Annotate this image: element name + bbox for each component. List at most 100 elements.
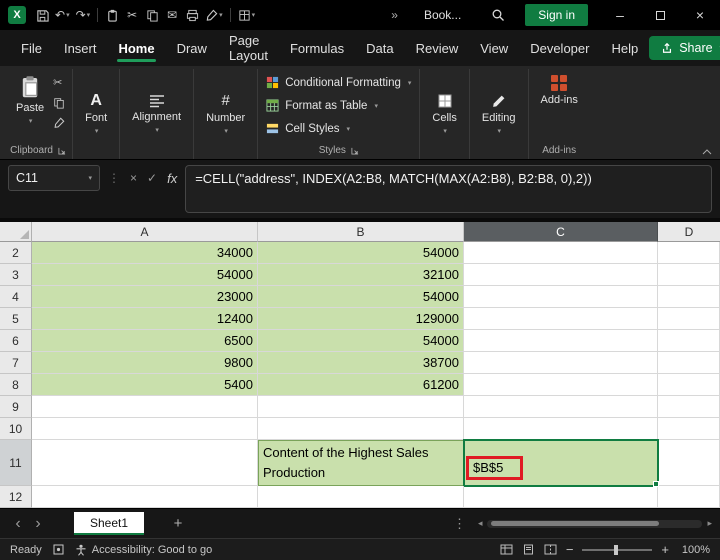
ribbon-tab-home[interactable]: Home [107, 30, 165, 66]
cell-D8[interactable] [658, 374, 720, 396]
cell-C3[interactable] [464, 264, 658, 286]
search-icon[interactable] [491, 8, 505, 22]
row-header-6[interactable]: 6 [0, 330, 32, 352]
ribbon-tab-page-layout[interactable]: Page Layout [218, 30, 279, 66]
addins-button[interactable]: Add-ins [534, 69, 585, 112]
row-header-10[interactable]: 10 [0, 418, 32, 440]
page-break-view-icon[interactable] [544, 544, 557, 555]
accessibility-status[interactable]: Accessibility: Good to go [75, 544, 212, 556]
scrollbar-track[interactable] [487, 520, 702, 528]
cell-C11-active[interactable]: $B$5 [464, 440, 658, 486]
cells-menu-button[interactable]: Cells ▾ [425, 69, 463, 159]
column-header-B[interactable]: B [258, 222, 464, 242]
save-icon[interactable] [32, 3, 52, 27]
row-header-3[interactable]: 3 [0, 264, 32, 286]
cell-D6[interactable] [658, 330, 720, 352]
zoom-slider-thumb[interactable] [614, 545, 618, 555]
share-button[interactable]: Share ▾ [649, 36, 720, 60]
cell-D3[interactable] [658, 264, 720, 286]
cell-C9[interactable] [464, 396, 658, 418]
paste-button[interactable]: Paste ▾ [9, 69, 51, 131]
cell-C5[interactable] [464, 308, 658, 330]
format-painter-icon[interactable]: ▾ [202, 3, 226, 27]
zoom-in-button[interactable]: + [661, 544, 669, 556]
cell-A7[interactable]: 9800 [32, 352, 258, 374]
row-header-2[interactable]: 2 [0, 242, 32, 264]
ribbon-tab-developer[interactable]: Developer [519, 30, 600, 66]
cell-C7[interactable] [464, 352, 658, 374]
number-menu-button[interactable]: # Number ▾ [199, 69, 252, 159]
name-box[interactable]: C11 ▾ [8, 165, 100, 191]
cell-B2[interactable]: 54000 [258, 242, 464, 264]
ribbon-tab-review[interactable]: Review [405, 30, 470, 66]
page-layout-view-icon[interactable] [522, 544, 535, 555]
cell-B12[interactable] [258, 486, 464, 508]
cell-D7[interactable] [658, 352, 720, 374]
ribbon-tab-view[interactable]: View [469, 30, 519, 66]
undo-icon[interactable]: ↶▾ [52, 3, 73, 27]
close-button[interactable]: × [680, 0, 720, 30]
cell-C2[interactable] [464, 242, 658, 264]
scroll-right-icon[interactable]: ▸ [707, 518, 712, 529]
cut-icon[interactable]: ✂ [122, 3, 142, 27]
cell-B11[interactable]: Content of the Highest Sales Production [258, 440, 464, 486]
cell-B6[interactable]: 54000 [258, 330, 464, 352]
cell-B10[interactable] [258, 418, 464, 440]
row-header-8[interactable]: 8 [0, 374, 32, 396]
cell-B3[interactable]: 32100 [258, 264, 464, 286]
dialog-launcher-icon[interactable] [58, 147, 66, 155]
table-icon[interactable]: ▾ [235, 3, 259, 27]
next-sheet-icon[interactable]: › [28, 514, 48, 534]
cell-C6[interactable] [464, 330, 658, 352]
cell-styles-button[interactable]: Cell Styles ▾ [263, 118, 414, 139]
ribbon-tab-file[interactable]: File [10, 30, 53, 66]
drag-handle-icon[interactable]: ⋮ [108, 171, 120, 185]
cell-B9[interactable] [258, 396, 464, 418]
cell-B5[interactable]: 129000 [258, 308, 464, 330]
cell-D5[interactable] [658, 308, 720, 330]
macro-record-icon[interactable] [53, 544, 64, 555]
maximize-button[interactable] [640, 0, 680, 30]
sign-in-button[interactable]: Sign in [525, 4, 588, 26]
cell-A9[interactable] [32, 396, 258, 418]
ribbon-tab-help[interactable]: Help [600, 30, 649, 66]
cancel-icon[interactable]: × [130, 171, 137, 185]
font-menu-button[interactable]: A Font ▾ [78, 69, 114, 159]
editing-menu-button[interactable]: Editing ▾ [475, 69, 523, 159]
sheet-tab-sheet1[interactable]: Sheet1 [74, 512, 144, 535]
cell-B4[interactable]: 54000 [258, 286, 464, 308]
cell-C10[interactable] [464, 418, 658, 440]
cell-C4[interactable] [464, 286, 658, 308]
ribbon-tab-formulas[interactable]: Formulas [279, 30, 355, 66]
cut-button[interactable]: ✂ [53, 75, 65, 90]
insert-function-icon[interactable]: fx [167, 171, 177, 186]
new-sheet-button[interactable]: + [168, 515, 188, 532]
zoom-out-button[interactable]: − [566, 544, 574, 556]
formula-input[interactable]: =CELL("address", INDEX(A2:B8, MATCH(MAX(… [185, 165, 712, 213]
row-header-4[interactable]: 4 [0, 286, 32, 308]
select-all-corner[interactable] [0, 222, 32, 242]
conditional-formatting-button[interactable]: Conditional Formatting ▾ [263, 72, 414, 93]
fill-handle[interactable] [653, 481, 659, 487]
row-header-11[interactable]: 11 [0, 440, 32, 486]
cell-A5[interactable]: 12400 [32, 308, 258, 330]
cell-A10[interactable] [32, 418, 258, 440]
cell-A4[interactable]: 23000 [32, 286, 258, 308]
format-as-table-button[interactable]: Format as Table ▾ [263, 95, 414, 116]
dialog-launcher-icon[interactable] [351, 147, 359, 155]
column-header-C[interactable]: C [464, 222, 658, 242]
ribbon-tab-data[interactable]: Data [355, 30, 404, 66]
cell-A2[interactable]: 34000 [32, 242, 258, 264]
cell-C8[interactable] [464, 374, 658, 396]
enter-icon[interactable]: ✓ [147, 171, 157, 185]
cell-D9[interactable] [658, 396, 720, 418]
row-header-5[interactable]: 5 [0, 308, 32, 330]
cell-D12[interactable] [658, 486, 720, 508]
row-header-9[interactable]: 9 [0, 396, 32, 418]
cell-A11[interactable] [32, 440, 258, 486]
copy-icon[interactable] [142, 3, 162, 27]
row-header-12[interactable]: 12 [0, 486, 32, 508]
scrollbar-thumb[interactable] [491, 521, 659, 526]
cell-B8[interactable]: 61200 [258, 374, 464, 396]
cell-D11[interactable] [658, 440, 720, 486]
